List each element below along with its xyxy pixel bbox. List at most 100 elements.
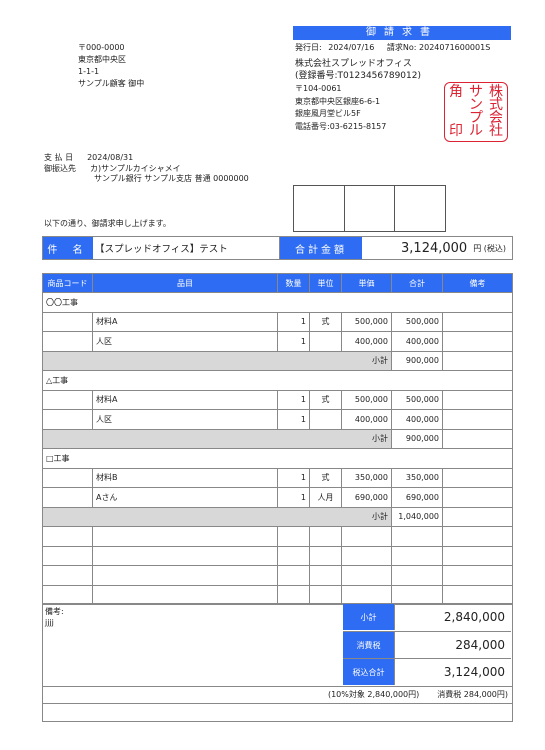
grand-total-suffix: 円 (税込): [473, 243, 506, 253]
totals-row-subtotal: 小計 2,840,000: [343, 604, 511, 630]
header-item: 品目: [92, 273, 278, 293]
table-header-row: 商品コード 品目 数量 単位 単価 合計 備考: [42, 273, 513, 293]
payment-date-label: 支 払 日: [44, 153, 74, 162]
header-note: 備考: [442, 273, 513, 293]
cell-unit: 式: [309, 311, 342, 332]
cell-unit: [309, 331, 342, 352]
intro-text: 以下の通り、御請求申し上げます。: [44, 219, 171, 228]
empty-row: [42, 584, 513, 605]
cell-total: 500,000: [391, 311, 443, 332]
header-code: 商品コード: [42, 273, 93, 293]
cell-total: 400,000: [391, 409, 443, 430]
header-total: 合計: [391, 273, 443, 293]
cell-item: 材料A: [92, 389, 278, 410]
cell-unit: [309, 409, 342, 430]
issuer-phone: 電話番号:03-6215-8157: [295, 121, 387, 131]
issue-info: 発行日: 2024/07/16 請求No: 2024071600001S: [295, 42, 490, 54]
cell-note: [442, 311, 513, 332]
cell-note: [442, 389, 513, 410]
totals-row-tax: 消費税 284,000: [343, 631, 511, 658]
header-price: 単価: [341, 273, 392, 293]
empty-row: [42, 545, 513, 566]
totals-label: 小計: [343, 604, 394, 630]
cell-item: 人区: [92, 331, 278, 352]
section-title-row: 〇〇工事: [42, 292, 513, 313]
issuer-address1: 東京都中央区銀座6-6-1: [295, 96, 381, 106]
cell-code: [42, 409, 93, 430]
subtotal-value: 1,040,000: [391, 506, 443, 527]
subtotal-row: 小計 900,000: [42, 350, 513, 371]
cell-item: 人区: [92, 409, 278, 430]
notes-text: jjjj: [45, 618, 54, 627]
totals-label: 消費税: [343, 632, 394, 658]
notes-block: 備考: jjjj: [45, 606, 64, 628]
payment-account-label: 御振込先: [44, 163, 76, 173]
cell-price: 690,000: [341, 487, 392, 508]
cell-qty: 1: [277, 389, 310, 410]
approval-stamp-boxes: [293, 185, 446, 232]
cell-qty: 1: [277, 409, 310, 430]
subtotal-row: 小計 900,000: [42, 428, 513, 449]
section-title: 〇〇工事: [42, 292, 513, 313]
recipient-postal: 〒000-0000: [78, 43, 125, 52]
tax-amount: 消費税 284,000円): [437, 689, 508, 699]
subtotal-label: 小計: [42, 428, 392, 449]
totals-label: 税込合計: [343, 659, 394, 685]
totals-value: 2,840,000: [394, 604, 511, 630]
issue-date-label: 発行日:: [295, 43, 322, 52]
recipient-block: 〒000-0000 東京都中央区 1-1-1 サンプル顧客 御中: [78, 42, 144, 90]
cell-unit: 式: [309, 389, 342, 410]
recipient-address1: 東京都中央区: [78, 55, 126, 64]
document-title: 御請求書: [293, 26, 511, 40]
issuer-address2: 銀座風月堂ビル5F: [295, 109, 361, 118]
cell-item: 材料A: [92, 311, 278, 332]
notes-label: 備考:: [45, 607, 64, 616]
footer-row: [42, 703, 513, 722]
grand-total-value: 3,124,000: [401, 240, 468, 256]
cell-price: 400,000: [341, 331, 392, 352]
cell-item: Aさん: [92, 487, 278, 508]
cell-note: [442, 467, 513, 488]
section-title: □工事: [42, 448, 513, 469]
cell-qty: 1: [277, 331, 310, 352]
cell-note: [442, 331, 513, 352]
totals-value: 284,000: [394, 632, 511, 658]
payment-account-name: カ)サンプルカイシャメイ: [90, 163, 181, 173]
cell-price: 350,000: [341, 467, 392, 488]
issuer-company: 株式会社スプレッドオフィス: [295, 59, 412, 69]
subtotal-value: 900,000: [391, 428, 443, 449]
cell-qty: 1: [277, 311, 310, 332]
cell-code: [42, 487, 93, 508]
totals-row-grand: 税込合計 3,124,000: [343, 658, 511, 685]
table-row: 材料B 1 式 350,000 350,000: [42, 467, 513, 488]
payment-account-bank: サンプル銀行 サンプル支店 普通 0000000: [94, 174, 249, 183]
section-title-row: △工事: [42, 370, 513, 391]
company-seal-stamp: 株 式 会 社 サ ン プ ル 角 印: [444, 82, 508, 142]
subtotal-row: 小計 1,040,000: [42, 506, 513, 527]
section-title: △工事: [42, 370, 513, 391]
issuer-address-block: 〒104-0061 東京都中央区銀座6-6-1 銀座風月堂ビル5F 電話番号:0…: [295, 83, 386, 133]
summary-section: 備考: jjjj 小計 2,840,000 消費税 284,000 税込合計 3…: [42, 603, 513, 687]
empty-row: [42, 565, 513, 586]
invoice-no-label: 請求No:: [386, 43, 417, 52]
issuer-registration: (登録番号:T0123456789012): [295, 71, 421, 81]
recipient-address2: 1-1-1: [78, 67, 100, 76]
subject-row: 件 名 【スプレッドオフィス】テスト 合計金額 3,124,000 円 (税込): [42, 236, 513, 260]
cell-total: 400,000: [391, 331, 443, 352]
grand-total-label: 合計金額: [280, 237, 362, 259]
cell-code: [42, 331, 93, 352]
table-row: 人区 1 400,000 400,000: [42, 331, 513, 352]
subtotal-label: 小計: [42, 506, 392, 527]
approval-box: [345, 186, 396, 231]
totals-value: 3,124,000: [394, 659, 511, 685]
cell-item: 材料B: [92, 467, 278, 488]
cell-note: [442, 487, 513, 508]
subtotal-value: 900,000: [391, 350, 443, 371]
subject-label: 件 名: [43, 237, 93, 259]
header-unit: 単位: [309, 273, 342, 293]
cell-code: [42, 389, 93, 410]
approval-box: [395, 186, 445, 231]
items-table: 商品コード 品目 数量 単位 単価 合計 備考 〇〇工事 材料A 1 式 500…: [42, 273, 513, 605]
issuer-block: 株式会社スプレッドオフィス (登録番号:T0123456789012): [295, 58, 421, 82]
subject-value: 【スプレッドオフィス】テスト: [93, 237, 280, 259]
